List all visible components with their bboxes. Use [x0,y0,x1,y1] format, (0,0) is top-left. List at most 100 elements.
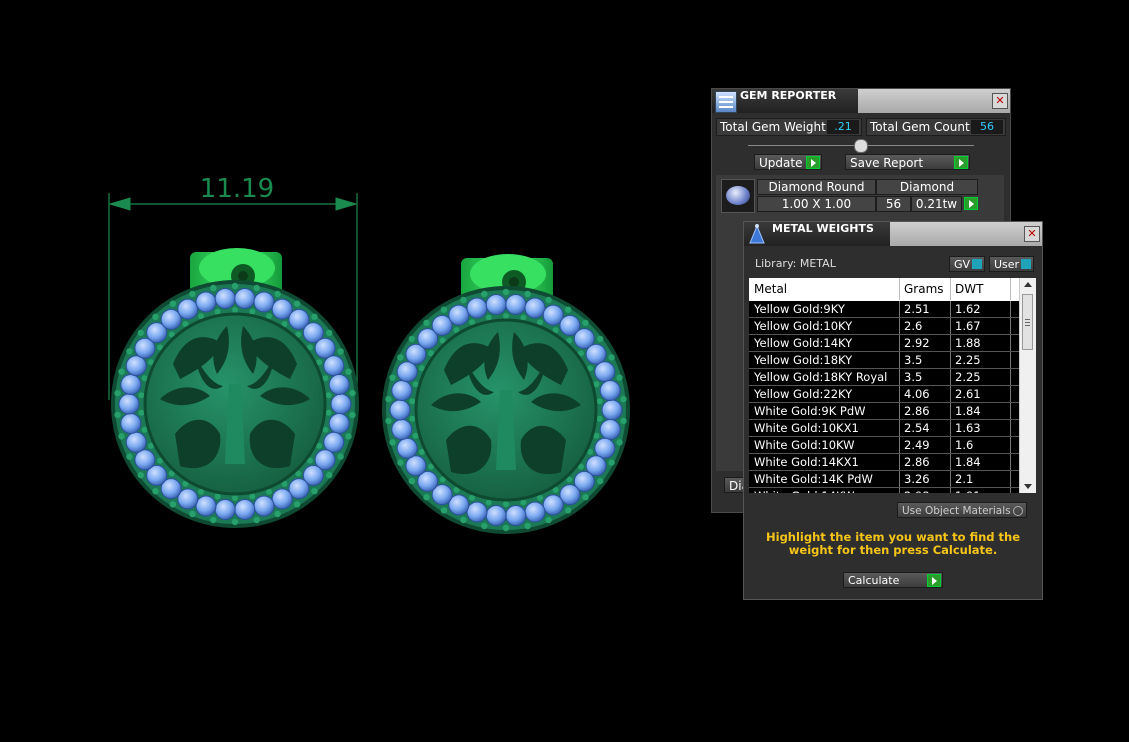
gem-stone [524,297,546,319]
scroll-thumb[interactable] [1022,294,1033,350]
table-row[interactable]: White Gold:9K PdW 2.86 1.84 [749,403,1019,420]
calculate-play-icon [927,574,941,587]
table-row[interactable]: White Gold:10KW 2.49 1.6 [749,437,1019,454]
gem-row[interactable]: Diamond Round Diamond 1.00 X 1.00 56 0.2… [721,179,981,213]
gem-weight: 0.21tw [911,196,962,212]
gem-reporter-slider[interactable] [748,139,974,153]
prong [620,417,627,425]
gem-stone [118,393,140,415]
prong [249,308,256,315]
prong [564,306,572,313]
use-object-materials-toggle[interactable]: Use Object Materials [897,502,1027,518]
prong [582,319,589,326]
round-diamond-icon [721,179,755,213]
earring-right[interactable] [382,254,630,534]
cell-grams: 2.6 [904,319,923,333]
prong [545,296,552,304]
prong [409,415,416,422]
prong [503,313,509,319]
prong [253,284,260,292]
gv-toggle[interactable]: GV [949,256,985,272]
table-row[interactable]: Yellow Gold:9KY 2.51 1.62 [749,301,1019,318]
prong [349,389,356,397]
earring-left[interactable] [111,248,359,528]
table-row[interactable]: Yellow Gold:22KY 4.06 2.61 [749,386,1019,403]
gem-reporter-titlebar[interactable]: GEM REPORTER ✕ [712,89,1010,113]
cell-metal: Yellow Gold:10KY [754,319,853,333]
prong [481,290,488,298]
update-play-icon [806,156,820,169]
cell-grams: 3.5 [904,370,923,384]
prong [481,522,488,530]
prong [126,453,133,460]
cell-metal: Yellow Gold:9KY [754,302,845,316]
table-row[interactable]: White Gold:14KX1 2.86 1.84 [749,454,1019,471]
cell-dwt: 2.61 [955,387,981,401]
prong [564,507,572,514]
table-row[interactable]: Yellow Gold:18KY Royal 3.5 2.25 [749,369,1019,386]
update-button[interactable]: Update [754,154,822,170]
cell-metal: Yellow Gold:22KY [754,387,853,401]
total-gem-count-value: 56 [971,120,1003,134]
gem-stone [214,288,236,309]
prong [210,516,217,524]
cell-grams: 2.54 [904,421,930,435]
column-header-metal[interactable]: Metal [749,278,899,300]
prong [524,522,531,530]
table-row[interactable]: White Gold:10KX1 2.54 1.63 [749,420,1019,437]
table-row[interactable]: Yellow Gold:18KY 3.5 2.25 [749,352,1019,369]
prong [169,300,177,307]
metal-weights-close-icon[interactable]: ✕ [1024,226,1040,242]
gem-stone [120,413,142,434]
gem-stone [214,499,236,520]
gem-stone [601,399,623,421]
cell-dwt: 2.1 [955,472,974,486]
gem-stone [234,288,256,309]
column-header-grams[interactable]: Grams [899,278,950,300]
prong [408,477,415,485]
user-toggle-icon [1021,259,1031,269]
column-header-dwt[interactable]: DWT [950,278,1010,300]
table-row[interactable]: White Gold:14KW2.981.91 [749,488,1019,493]
gem-reporter-close-icon[interactable]: ✕ [992,93,1008,109]
gem-stone [599,419,621,440]
prong [118,433,125,440]
save-report-button[interactable]: Save Report [845,154,970,170]
table-row[interactable]: Yellow Gold:14KY 2.92 1.88 [749,335,1019,352]
prong [114,411,121,419]
table-row[interactable]: Yellow Gold:10KY 2.6 1.67 [749,318,1019,335]
user-toggle[interactable]: User [989,256,1034,272]
gem-stone [389,399,411,421]
prong [545,516,552,524]
scroll-down-icon[interactable] [1024,484,1032,489]
gem-stone [253,495,275,517]
scroll-up-icon[interactable] [1024,282,1032,287]
slider-handle-icon[interactable] [854,139,868,153]
save-report-play-icon [954,156,968,169]
gv-toggle-label: GV [954,258,971,271]
viewport-3d[interactable]: 11.19 [0,0,700,742]
metal-weights-titlebar[interactable]: METAL WEIGHTS ✕ [744,222,1042,246]
prong [214,308,221,315]
prong [231,518,239,526]
cell-metal: White Gold:14KX1 [754,455,859,469]
gem-row-play-icon[interactable] [964,197,978,210]
prong [440,306,448,313]
library-label: Library: METAL [755,257,836,270]
calculate-button[interactable]: Calculate [843,572,943,588]
table-scrollbar[interactable] [1019,278,1036,493]
gem-stone [505,294,527,315]
prong [326,471,333,479]
cell-grams: 2.98 [899,488,950,493]
calculate-button-label: Calculate [848,574,900,587]
table-row[interactable]: White Gold:14K PdW 3.26 2.1 [749,471,1019,488]
gem-type: Diamond [876,179,978,195]
prong [408,335,415,343]
cell-grams: 4.06 [904,387,930,401]
metal-weights-table[interactable]: Metal Grams DWT Yellow Gold:9KY 2.51 1.62 Y… [749,278,1036,493]
prong [460,516,467,524]
scale-icon [747,223,767,245]
gv-toggle-icon [972,259,982,269]
prong [385,395,392,403]
prong [293,300,301,307]
